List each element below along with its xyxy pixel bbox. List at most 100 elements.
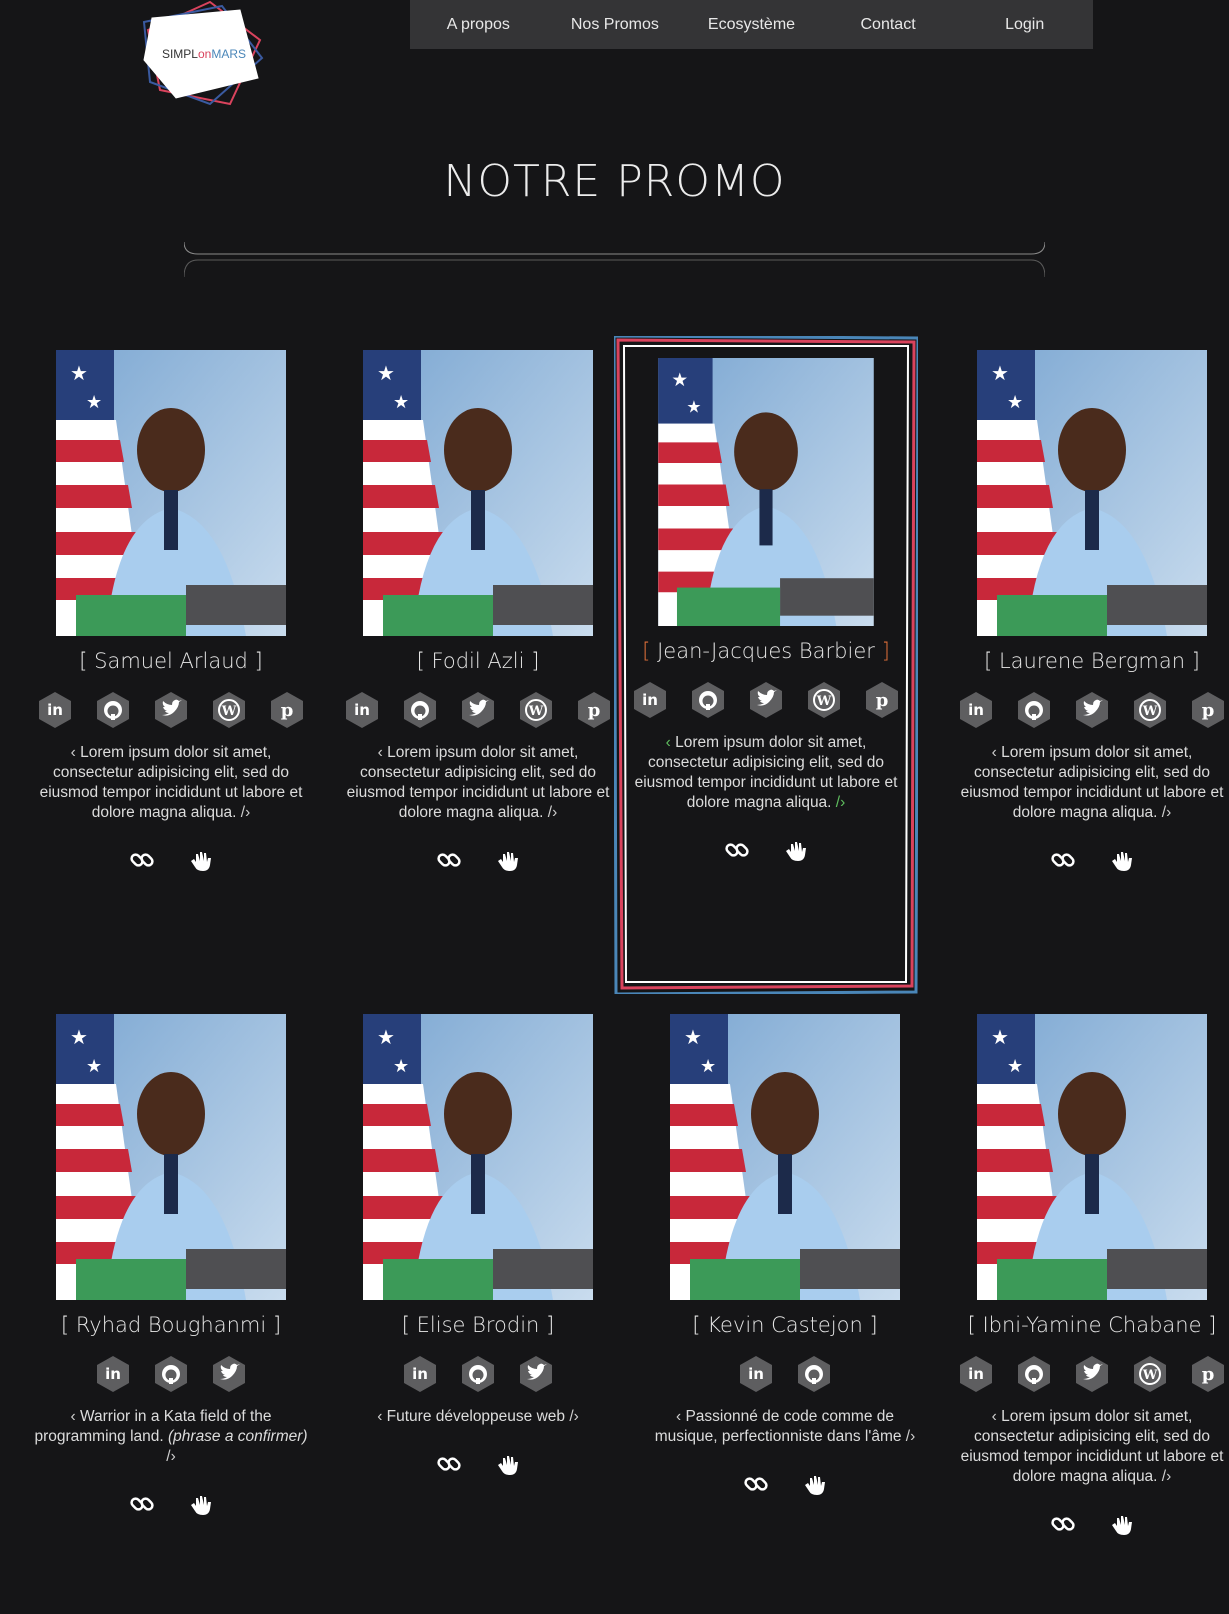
open-tag: ‹ bbox=[665, 734, 676, 751]
svg-text:★: ★ bbox=[86, 392, 102, 412]
close-tag: /› bbox=[565, 1408, 579, 1425]
svg-text:★: ★ bbox=[377, 1027, 395, 1049]
pinterest-icon[interactable]: p bbox=[865, 681, 899, 719]
profile-description: ‹ Lorem ipsum dolor sit amet, consectetu… bbox=[337, 743, 619, 823]
svg-text:★: ★ bbox=[991, 363, 1009, 385]
logo-text: SIMPLonMARS bbox=[162, 47, 246, 61]
simplon-mars-logo[interactable]: SIMPLonMARS bbox=[140, 0, 268, 106]
github-icon[interactable] bbox=[797, 1355, 831, 1393]
profile-name: [ Elise Brodin ] bbox=[401, 1313, 555, 1337]
social-links: in Wp bbox=[614, 681, 918, 719]
svg-text:p: p bbox=[588, 700, 601, 721]
github-icon[interactable] bbox=[154, 1355, 188, 1393]
nav-ecosysteme[interactable]: Ecosystème bbox=[683, 0, 820, 49]
wordpress-icon[interactable]: W bbox=[212, 691, 246, 729]
nav-contact[interactable]: Contact bbox=[820, 0, 957, 49]
profile-description: ‹ Warrior in a Kata field of the program… bbox=[30, 1407, 312, 1467]
profile-card: ★ ★ [ Kevin Castejon ] in ‹ Passionné de c… bbox=[632, 1014, 938, 1497]
github-icon[interactable] bbox=[691, 681, 725, 719]
profile-name: [ Jean-Jacques Barbier ] bbox=[614, 639, 918, 663]
hand-gesture-icon[interactable] bbox=[187, 1491, 213, 1517]
profile-actions bbox=[325, 847, 631, 873]
linkedin-icon[interactable]: in bbox=[96, 1355, 130, 1393]
logo-text-part-1: SIMPL bbox=[162, 47, 198, 61]
twitter-icon[interactable] bbox=[1075, 691, 1109, 729]
wordpress-icon[interactable]: W bbox=[1133, 691, 1167, 729]
open-tag: ‹ bbox=[377, 1408, 387, 1425]
wordpress-icon[interactable]: W bbox=[1133, 1355, 1167, 1393]
pinterest-icon[interactable]: p bbox=[1191, 1355, 1225, 1393]
wordpress-icon[interactable]: W bbox=[807, 681, 841, 719]
svg-text:p: p bbox=[876, 690, 889, 711]
pinterest-icon[interactable]: p bbox=[577, 691, 611, 729]
github-icon[interactable] bbox=[461, 1355, 495, 1393]
profile-card: ★ ★ [ Ibni-Yamine Chabane ] in Wp ‹ Lorem i… bbox=[939, 1014, 1229, 1537]
linkedin-icon[interactable]: in bbox=[345, 691, 379, 729]
twitter-icon[interactable] bbox=[154, 691, 188, 729]
linkedin-icon[interactable]: in bbox=[959, 691, 993, 729]
close-tag: /› bbox=[1157, 804, 1172, 821]
close-tag: /› bbox=[236, 804, 251, 821]
svg-text:★: ★ bbox=[1007, 1056, 1023, 1076]
link-icon[interactable] bbox=[436, 847, 462, 873]
link-icon[interactable] bbox=[436, 1451, 462, 1477]
social-links: in bbox=[325, 1355, 631, 1393]
close-tag: /› bbox=[1157, 1468, 1172, 1485]
main-nav: A propos Nos Promos Ecosystème Contact L… bbox=[410, 0, 1093, 49]
open-tag: ‹ bbox=[70, 1408, 80, 1425]
twitter-icon[interactable] bbox=[749, 681, 783, 719]
profile-photo: ★ ★ bbox=[363, 350, 593, 636]
twitter-icon[interactable] bbox=[212, 1355, 246, 1393]
twitter-icon[interactable] bbox=[519, 1355, 553, 1393]
github-icon[interactable] bbox=[1017, 691, 1051, 729]
link-icon[interactable] bbox=[129, 847, 155, 873]
github-icon[interactable] bbox=[96, 691, 130, 729]
nav-login[interactable]: Login bbox=[956, 0, 1093, 49]
profile-photo: ★ ★ bbox=[56, 1014, 286, 1300]
profile-name-text: Jean-Jacques Barbier bbox=[657, 639, 875, 663]
svg-text:p: p bbox=[1202, 700, 1215, 721]
pinterest-icon[interactable]: p bbox=[1191, 691, 1225, 729]
hand-gesture-icon[interactable] bbox=[782, 837, 808, 863]
svg-text:★: ★ bbox=[70, 363, 88, 385]
svg-text:★: ★ bbox=[671, 369, 688, 390]
profile-photo: ★ ★ bbox=[658, 358, 874, 626]
profile-actions bbox=[632, 1471, 938, 1497]
linkedin-icon[interactable]: in bbox=[633, 681, 667, 719]
link-icon[interactable] bbox=[724, 837, 750, 863]
hand-gesture-icon[interactable] bbox=[494, 847, 520, 873]
svg-text:★: ★ bbox=[700, 1056, 716, 1076]
link-icon[interactable] bbox=[129, 1491, 155, 1517]
wordpress-icon[interactable]: W bbox=[519, 691, 553, 729]
profile-name: [ Ryhad Boughanmi ] bbox=[60, 1313, 282, 1337]
close-tag: /› bbox=[831, 794, 846, 811]
hand-gesture-icon[interactable] bbox=[1108, 1511, 1134, 1537]
linkedin-icon[interactable]: in bbox=[959, 1355, 993, 1393]
svg-text:p: p bbox=[281, 700, 294, 721]
hand-gesture-icon[interactable] bbox=[1108, 847, 1134, 873]
pinterest-icon[interactable]: p bbox=[270, 691, 304, 729]
profile-actions bbox=[18, 847, 324, 873]
linkedin-icon[interactable]: in bbox=[403, 1355, 437, 1393]
github-icon[interactable] bbox=[1017, 1355, 1051, 1393]
hand-gesture-icon[interactable] bbox=[801, 1471, 827, 1497]
twitter-icon[interactable] bbox=[461, 691, 495, 729]
twitter-icon[interactable] bbox=[1075, 1355, 1109, 1393]
link-icon[interactable] bbox=[1050, 847, 1076, 873]
close-tag: /› bbox=[166, 1448, 176, 1465]
nav-nos-promos[interactable]: Nos Promos bbox=[547, 0, 684, 49]
nav-a-propos[interactable]: A propos bbox=[410, 0, 547, 49]
linkedin-icon[interactable]: in bbox=[739, 1355, 773, 1393]
github-icon[interactable] bbox=[403, 691, 437, 729]
link-icon[interactable] bbox=[1050, 1511, 1076, 1537]
link-icon[interactable] bbox=[743, 1471, 769, 1497]
logo-text-part-2: on bbox=[198, 47, 211, 61]
hand-gesture-icon[interactable] bbox=[494, 1451, 520, 1477]
profile-description: ‹ Lorem ipsum dolor sit amet, consectetu… bbox=[951, 1407, 1229, 1487]
hand-gesture-icon[interactable] bbox=[187, 847, 213, 873]
social-links: in Wp bbox=[325, 691, 631, 729]
social-links: in Wp bbox=[939, 1355, 1229, 1393]
svg-text:in: in bbox=[642, 691, 658, 709]
linkedin-icon[interactable]: in bbox=[38, 691, 72, 729]
description-text: Future développeuse web bbox=[386, 1408, 566, 1425]
